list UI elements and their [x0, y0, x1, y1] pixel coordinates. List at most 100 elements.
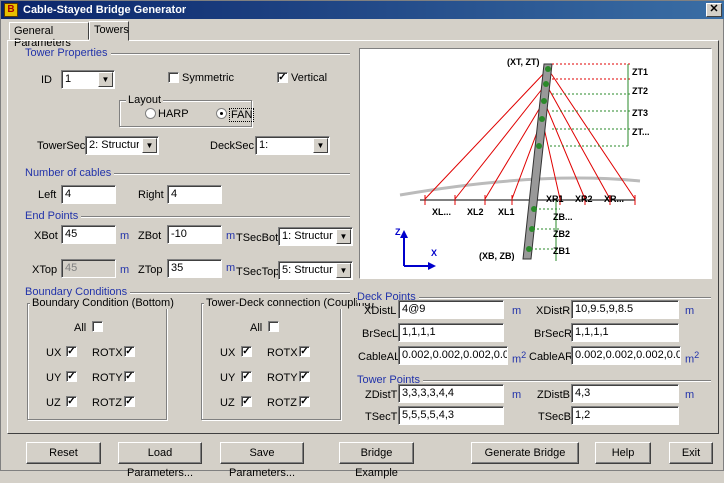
cables-title: Number of cables — [25, 167, 115, 179]
tab-general-parameters[interactable]: General Parameters — [9, 22, 89, 49]
zdistt-input[interactable]: 3,3,3,3,4,4 — [398, 384, 504, 403]
x-axis-arrow — [428, 262, 436, 270]
bottom-ux-label: UX — [46, 347, 62, 359]
z-axis-label: Z — [395, 227, 401, 237]
zb2-label: ZB2 — [553, 229, 570, 239]
zt-more-label: ZT... — [632, 127, 650, 137]
cablear-unit: m2 — [685, 350, 699, 366]
left-cables-input[interactable]: 4 — [61, 185, 116, 204]
xtop-unit: m — [120, 264, 130, 276]
xr2-label: XR2 — [575, 194, 593, 204]
coupling-all-checkbox[interactable] — [268, 321, 279, 332]
xr-more-label: XR... — [604, 194, 624, 204]
tsectop-select[interactable]: 5: Structural St ▼ — [278, 261, 353, 280]
brsecl-label: BrSecL — [362, 328, 399, 340]
xl-more-label: XL... — [432, 207, 451, 217]
cablear-unit-exponent: 2 — [694, 350, 700, 360]
xl1-label: XL1 — [498, 207, 515, 217]
towersec-label: TowerSec — [37, 140, 86, 152]
xtop-input[interactable]: 45 — [61, 259, 116, 278]
generate-bridge-button[interactable]: Generate Bridge — [471, 442, 579, 464]
bottom-uy-checkbox[interactable]: ✓ — [66, 371, 77, 382]
bottom-rotx-checkbox[interactable]: ✓ — [124, 346, 135, 357]
z-axis-arrow — [400, 230, 408, 238]
brsecr-input[interactable]: 1,1,1,1 — [571, 323, 679, 342]
xbot-unit: m — [120, 230, 130, 242]
coupling-uz-label: UZ — [220, 397, 235, 409]
zbot-label: ZBot — [138, 230, 162, 242]
bottom-roty-checkbox[interactable]: ✓ — [124, 371, 135, 382]
harp-radio[interactable] — [145, 108, 156, 119]
ztop-input[interactable]: 35 — [167, 259, 222, 278]
boundary-bottom-title: Boundary Condition (Bottom) — [30, 297, 176, 309]
tsectop-label: TSecTop — [236, 266, 280, 278]
decksec-select-value: 1: — [259, 139, 269, 151]
main-window: B Cable-Stayed Bridge Generator ✕ Genera… — [0, 0, 724, 479]
id-select[interactable]: 1 ▼ — [61, 70, 115, 89]
bottom-ux-checkbox[interactable]: ✓ — [66, 346, 77, 357]
tsecbot-select-value: 1: Structural St — [282, 230, 333, 242]
xdistr-input[interactable]: 10,9.5,9,8.5 — [571, 300, 679, 319]
coupling-uz-checkbox[interactable]: ✓ — [241, 396, 252, 407]
bottom-uz-checkbox[interactable]: ✓ — [66, 396, 77, 407]
bottom-rotz-checkbox[interactable]: ✓ — [124, 396, 135, 407]
tab-towers[interactable]: Towers — [89, 21, 129, 41]
load-parameters-button[interactable]: Load Parameters... — [118, 442, 202, 479]
tsect-input[interactable]: 5,5,5,5,4,3 — [398, 406, 504, 425]
fan-label: FAN — [229, 108, 255, 122]
save-parameters-button[interactable]: Save Parameters... — [220, 442, 304, 479]
coupling-roty-checkbox[interactable]: ✓ — [299, 371, 310, 382]
cablear-unit-m: m — [685, 353, 695, 366]
xtop-label: XTop — [32, 264, 58, 276]
brsecr-label: BrSecR — [534, 328, 572, 340]
coupling-uy-checkbox[interactable]: ✓ — [241, 371, 252, 382]
reset-button[interactable]: Reset — [26, 442, 101, 464]
zbot-input[interactable]: -10 — [167, 225, 222, 244]
coupling-all-label: All — [250, 322, 263, 334]
tower-node-1 — [545, 66, 551, 72]
zbot-unit: m — [226, 230, 236, 242]
left-label: Left — [38, 189, 57, 201]
xl2-label: XL2 — [467, 207, 484, 217]
cablear-input[interactable]: 0.002,0.002,0.002,0.002 — [571, 346, 681, 365]
xdistl-input[interactable]: 4@9 — [398, 300, 504, 319]
tower-node-4 — [539, 116, 545, 122]
zdistb-input[interactable]: 4,3 — [571, 384, 679, 403]
chevron-down-icon: ▼ — [98, 72, 113, 87]
tsecb-label: TSecB — [538, 411, 572, 423]
bottom-all-checkbox[interactable] — [92, 321, 103, 332]
coupling-rotz-checkbox[interactable]: ✓ — [299, 396, 310, 407]
cableal-unit: m2 — [512, 350, 526, 366]
bottom-uy-label: UY — [46, 372, 62, 384]
brsecl-input[interactable]: 1,1,1,1 — [398, 323, 504, 342]
layout-title: Layout — [126, 94, 164, 106]
towersec-select[interactable]: 2: Structural St ▼ — [85, 136, 159, 155]
coupling-uy-label: UY — [220, 372, 236, 384]
fan-radio[interactable] — [216, 108, 227, 119]
cableal-input[interactable]: 0.002,0.002,0.002,0.002 — [398, 346, 508, 365]
exit-button[interactable]: Exit — [669, 442, 713, 464]
bridge-example-button[interactable]: Bridge Example — [339, 442, 414, 479]
app-icon: B — [4, 3, 18, 17]
close-button[interactable]: ✕ — [706, 3, 722, 17]
bottom-rotz-label: ROTZ — [92, 397, 122, 409]
decksec-select[interactable]: 1: ▼ — [255, 136, 330, 155]
decksec-label: DeckSec — [210, 140, 255, 152]
symmetric-label: Symmetric — [182, 72, 234, 84]
towersec-select-value: 2: Structural St — [89, 139, 139, 151]
tower-node-2 — [543, 81, 549, 87]
chevron-down-icon: ▼ — [336, 263, 351, 278]
coupling-rotx-checkbox[interactable]: ✓ — [299, 346, 310, 357]
vertical-checkbox[interactable]: ✓ — [277, 72, 288, 83]
xbot-input[interactable]: 45 — [61, 225, 116, 244]
chevron-down-icon: ▼ — [313, 138, 328, 153]
right-cables-input[interactable]: 4 — [167, 185, 222, 204]
coupling-ux-checkbox[interactable]: ✓ — [241, 346, 252, 357]
tsecbot-select[interactable]: 1: Structural St ▼ — [278, 227, 353, 246]
tsecb-input[interactable]: 1,2 — [571, 406, 679, 425]
window-title: Cable-Stayed Bridge Generator — [23, 4, 187, 16]
top-point-label: (XT, ZT) — [507, 57, 540, 67]
coupling-rotx-label: ROTX — [267, 347, 298, 359]
help-button[interactable]: Help — [595, 442, 651, 464]
symmetric-checkbox[interactable] — [168, 72, 179, 83]
